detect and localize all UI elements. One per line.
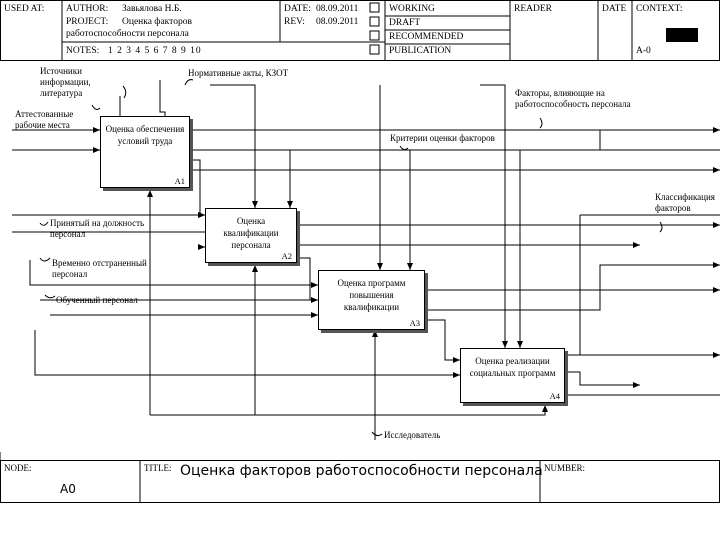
activity-title: Оценка обеспечения условий труда	[105, 124, 185, 146]
label-hired: Принятый на должность персонал	[50, 218, 145, 239]
node-label: NODE:	[4, 463, 32, 473]
label-suspended: Временно отстраненный персонал	[52, 258, 147, 279]
notes-label: NOTES:	[66, 46, 100, 56]
activity-box-a1[interactable]: Оценка обеспечения условий труда A1	[100, 116, 190, 188]
date-label: DATE:	[284, 4, 311, 14]
date-value: 08.09.2011	[316, 4, 359, 14]
label-trained: Обученный персонал	[56, 295, 138, 305]
number-label: NUMBER:	[544, 463, 586, 473]
project-line1: Оценка факторов	[122, 17, 192, 27]
activity-title: Оценка программ повышения квалификации	[337, 278, 406, 312]
label-factors: Факторы, влияющие на работоспособность п…	[515, 88, 631, 109]
activity-title: Оценка реализации социальных программ	[469, 356, 556, 378]
activity-box-a3[interactable]: Оценка программ повышения квалификации A…	[318, 270, 425, 330]
title-label: TITLE:	[144, 463, 172, 473]
context-label: CONTEXT:	[636, 4, 683, 14]
rev-value: 08.09.2011	[316, 17, 359, 27]
used-at-label: USED AT:	[4, 4, 45, 14]
activity-box-a4[interactable]: Оценка реализации социальных программ A4	[460, 348, 565, 403]
diagram-title: Оценка факторов работоспособности персон…	[180, 463, 543, 479]
activity-number: A2	[281, 251, 292, 261]
label-sources: Источники информации, литература	[40, 66, 91, 98]
idef0-diagram: USED AT: AUTHOR: Завьялова Н.Б. PROJECT:…	[0, 0, 720, 540]
date2-label: DATE	[602, 4, 627, 14]
activity-number: A3	[409, 318, 420, 328]
project-line2: работоспособности персонала	[66, 29, 189, 39]
activity-title: Оценка квалификации персонала	[223, 216, 279, 250]
status-working: WORKING	[389, 4, 435, 14]
status-draft: DRAFT	[389, 18, 421, 28]
activity-box-a2[interactable]: Оценка квалификации персонала A2	[205, 208, 297, 263]
label-criteria: Критерии оценки факторов	[390, 133, 495, 143]
author-label: AUTHOR:	[66, 4, 109, 14]
reader-label: READER	[514, 4, 552, 14]
activity-number: A4	[549, 391, 560, 401]
label-workplaces: Аттестованные рабочие места	[15, 109, 74, 130]
notes-list: 1 2 3 4 5 6 7 8 9 10	[108, 46, 202, 56]
status-publication: PUBLICATION	[389, 46, 452, 56]
label-researcher: Исследователь	[384, 430, 441, 440]
label-normative: Нормативные акты, КЗОТ	[188, 68, 289, 78]
project-label: PROJECT:	[66, 17, 109, 27]
activity-number: A1	[174, 176, 185, 186]
author-name: Завьялова Н.Б.	[122, 4, 182, 14]
rev-label: REV:	[284, 17, 305, 27]
status-recommended: RECOMMENDED	[389, 32, 464, 42]
node-value: A0	[60, 482, 76, 496]
node-reference: A-0	[636, 46, 651, 56]
label-classification: Классификация факторов	[655, 192, 715, 213]
